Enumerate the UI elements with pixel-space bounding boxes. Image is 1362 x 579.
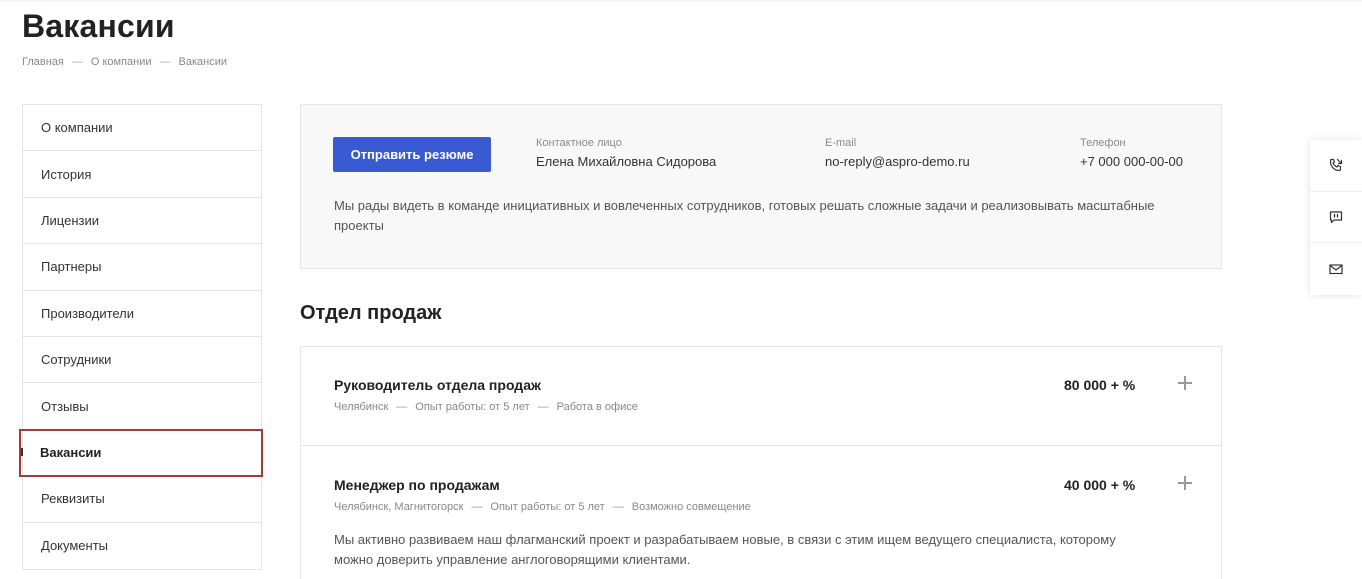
expand-plus-icon[interactable] bbox=[1178, 376, 1192, 390]
breadcrumb-about[interactable]: О компании bbox=[91, 56, 152, 68]
mail-icon bbox=[1329, 264, 1343, 275]
vacancy-work-type: Работа в офисе bbox=[556, 401, 638, 413]
sidebar-item-about[interactable]: О компании bbox=[23, 105, 261, 152]
contact-description: Мы рады видеть в команде инициативных и … bbox=[334, 198, 1155, 233]
meta-separator: — bbox=[612, 501, 624, 513]
contact-email-value[interactable]: no-reply@aspro-demo.ru bbox=[825, 154, 970, 169]
contact-box: Отправить резюме Контактное лицо Елена М… bbox=[300, 104, 1222, 269]
vacancy-divider bbox=[301, 445, 1221, 446]
sidebar-item-vacancies[interactable]: Вакансии bbox=[19, 428, 263, 478]
send-resume-button[interactable]: Отправить резюме bbox=[333, 137, 491, 172]
sidebar-menu: О компании История Лицензии Партнеры Про… bbox=[19, 104, 263, 570]
vacancy-meta: Челябинск, Магнитогорск — Опыт работы: о… bbox=[334, 501, 751, 513]
vacancy-meta: Челябинск — Опыт работы: от 5 лет — Рабо… bbox=[334, 401, 638, 413]
vacancy-experience: Опыт работы: от 5 лет bbox=[415, 401, 530, 413]
breadcrumb-current: Вакансии bbox=[178, 56, 228, 68]
top-shadow bbox=[0, 0, 1362, 3]
expand-plus-icon[interactable] bbox=[1178, 476, 1192, 490]
vacancy-salary: 40 000 + % bbox=[1064, 477, 1136, 493]
chat-icon bbox=[1329, 211, 1343, 223]
vacancy-city: Челябинск, Магнитогорск bbox=[334, 501, 464, 513]
callback-button[interactable] bbox=[1310, 140, 1362, 192]
sidebar-item-manufacturers[interactable]: Производители bbox=[23, 291, 261, 337]
sidebar-item-documents[interactable]: Документы bbox=[23, 523, 261, 569]
sidebar-item-history[interactable]: История bbox=[23, 151, 261, 198]
contact-person: Контактное лицо Елена Михайловна Сидоров… bbox=[536, 137, 716, 169]
contact-phone-value[interactable]: +7 000 000-00-00 bbox=[1080, 154, 1183, 169]
vacancy-description: Мы активно развиваем наш флагманский про… bbox=[334, 532, 1116, 567]
vacancy-experience: Опыт работы: от 5 лет bbox=[490, 501, 605, 513]
sidebar-item-licenses[interactable]: Лицензии bbox=[23, 198, 261, 245]
vacancy-work-type: Возможно совмещение bbox=[631, 501, 751, 513]
vacancy-title[interactable]: Руководитель отдела продаж bbox=[334, 377, 541, 393]
breadcrumb: Главная — О компании — Вакансии bbox=[22, 56, 227, 68]
sidebar-item-requisites[interactable]: Реквизиты bbox=[23, 476, 261, 523]
meta-separator: — bbox=[396, 401, 408, 413]
sidebar-item-staff[interactable]: Сотрудники bbox=[23, 337, 261, 384]
contact-person-value: Елена Михайловна Сидорова bbox=[536, 154, 717, 169]
vacancy-salary: 80 000 + % bbox=[1064, 377, 1136, 393]
breadcrumb-separator: — bbox=[159, 56, 171, 68]
contact-email-label: E-mail bbox=[825, 137, 857, 149]
phone-callback-icon bbox=[1329, 159, 1343, 172]
breadcrumb-home[interactable]: Главная bbox=[22, 56, 64, 68]
contact-email: E-mail no-reply@aspro-demo.ru bbox=[825, 137, 970, 169]
section-title: Отдел продаж bbox=[300, 302, 442, 324]
contact-phone: Телефон +7 000 000-00-00 bbox=[1080, 137, 1183, 169]
sidebar-item-partners[interactable]: Партнеры bbox=[23, 244, 261, 291]
vacancies-list: Руководитель отдела продаж 80 000 + % Че… bbox=[300, 346, 1222, 579]
contact-person-label: Контактное лицо bbox=[536, 137, 622, 149]
sidebar-item-reviews[interactable]: Отзывы bbox=[23, 383, 261, 430]
page-title: Вакансии bbox=[22, 8, 175, 44]
chat-button[interactable] bbox=[1310, 192, 1362, 244]
meta-separator: — bbox=[537, 401, 549, 413]
floating-contact-panel bbox=[1310, 140, 1362, 295]
breadcrumb-separator: — bbox=[71, 56, 83, 68]
vacancy-title[interactable]: Менеджер по продажам bbox=[334, 477, 500, 493]
mail-button[interactable] bbox=[1310, 243, 1362, 295]
vacancy-city: Челябинск bbox=[334, 401, 389, 413]
contact-phone-label: Телефон bbox=[1080, 137, 1126, 149]
meta-separator: — bbox=[471, 501, 483, 513]
